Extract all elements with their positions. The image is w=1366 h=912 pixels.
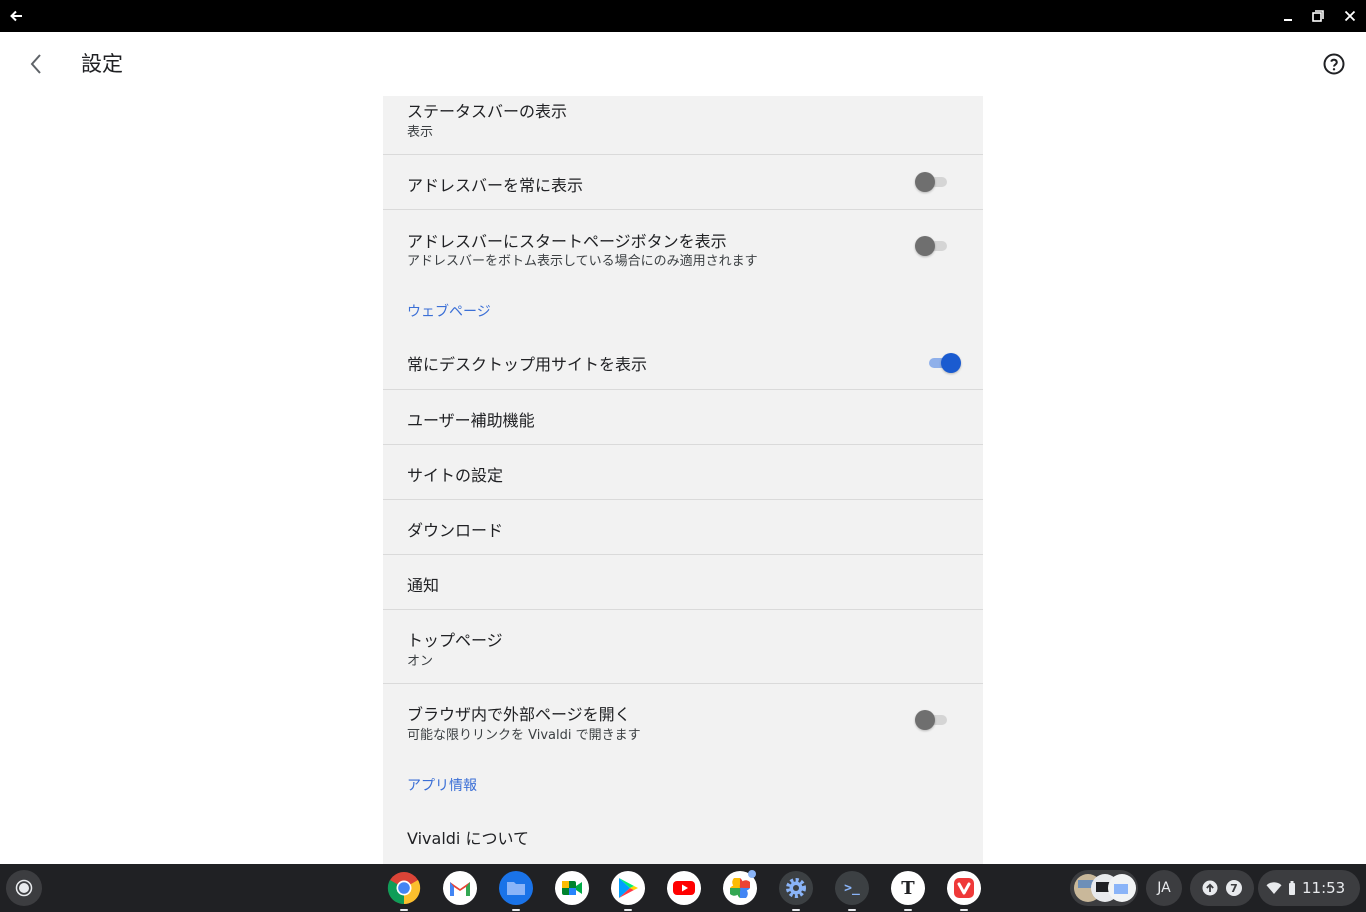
- window-titlebar: [0, 0, 1366, 32]
- notification-tray[interactable]: 7: [1190, 870, 1254, 906]
- section-header-webpage: ウェブページ: [407, 304, 491, 320]
- back-button[interactable]: [18, 46, 54, 82]
- upload-arrow-icon: [1202, 880, 1218, 896]
- recent-files-thumbnails-icon: [1074, 874, 1136, 902]
- running-indicator: [848, 909, 856, 911]
- setting-label: トップページ: [407, 631, 503, 650]
- help-circle-icon: [1323, 53, 1345, 75]
- restore-button[interactable]: [1302, 0, 1334, 32]
- chevron-left-icon: [30, 54, 41, 74]
- minimize-icon: [1284, 19, 1292, 21]
- setting-desktop-site[interactable]: 常にデスクトップ用サイトを表示: [383, 334, 983, 390]
- setting-label: ステータスバーの表示: [407, 102, 568, 121]
- text-app-icon[interactable]: T: [891, 871, 925, 911]
- open-external-toggle[interactable]: [915, 708, 955, 732]
- setting-label: ユーザー補助機能: [407, 411, 535, 430]
- running-indicator: [624, 909, 632, 911]
- setting-value: オン: [407, 654, 434, 669]
- window-back-button[interactable]: [0, 0, 32, 32]
- setting-top-page[interactable]: トップページ オン: [383, 610, 983, 684]
- setting-start-page-button[interactable]: アドレスバーにスタートページボタンを表示 アドレスバーをボトム表示している場合に…: [383, 210, 983, 284]
- setting-value: 表示: [407, 125, 434, 140]
- minimize-button[interactable]: [1272, 0, 1304, 32]
- setting-description: アドレスバーをボトム表示している場合にのみ適用されます: [407, 254, 758, 269]
- play-store-icon[interactable]: [611, 871, 645, 911]
- running-indicator: [400, 909, 408, 911]
- setting-about-vivaldi[interactable]: Vivaldi について: [383, 808, 983, 864]
- setting-label: Vivaldi について: [407, 829, 529, 848]
- meet-icon[interactable]: [555, 871, 589, 905]
- vivaldi-icon[interactable]: [947, 871, 981, 911]
- settings-list: ステータスバーの表示 表示 アドレスバーを常に表示 アドレスバーにスタートページ…: [383, 96, 983, 864]
- setting-label: 常にデスクトップ用サイトを表示: [407, 355, 648, 374]
- chrome-logo: [387, 872, 421, 905]
- toggle-thumb: [941, 353, 961, 373]
- notification-count-badge: 7: [1226, 880, 1242, 896]
- terminal-icon[interactable]: >_: [835, 871, 869, 911]
- youtube-icon[interactable]: [667, 871, 701, 905]
- shelf: >_ T JA 7 11:53: [0, 864, 1366, 912]
- gear-icon: [786, 878, 806, 898]
- setting-label: ダウンロード: [407, 521, 504, 540]
- youtube-logo: [673, 881, 695, 895]
- settings-app-icon[interactable]: [779, 871, 813, 911]
- setting-label: ブラウザ内で外部ページを開く: [407, 705, 631, 724]
- setting-site-settings[interactable]: サイトの設定: [383, 445, 983, 500]
- setting-downloads[interactable]: ダウンロード: [383, 500, 983, 555]
- section-header-app-info: アプリ情報: [407, 778, 477, 794]
- address-bar-always-toggle[interactable]: [915, 170, 955, 194]
- wifi-icon: [1266, 882, 1282, 894]
- page-title: 設定: [81, 52, 123, 76]
- setting-label: アドレスバーにスタートページボタンを表示: [407, 232, 727, 251]
- close-button[interactable]: [1334, 0, 1366, 32]
- running-indicator: [904, 909, 912, 911]
- gmail-icon[interactable]: [443, 871, 477, 905]
- launcher-circle-icon: [15, 879, 33, 897]
- running-indicator: [960, 909, 968, 911]
- text-app-glyph: T: [901, 877, 915, 899]
- terminal-glyph: >_: [844, 880, 860, 896]
- notification-badge-icon: [748, 870, 756, 878]
- folder-glyph: [507, 882, 525, 895]
- setting-address-bar-always[interactable]: アドレスバーを常に表示: [383, 155, 983, 210]
- gmail-logo: [450, 882, 470, 896]
- arrow-left-icon: [10, 10, 22, 22]
- settings-header: 設定: [0, 32, 1366, 96]
- ime-label: JA: [1157, 880, 1171, 896]
- files-icon[interactable]: [499, 871, 533, 911]
- help-button[interactable]: [1318, 48, 1350, 80]
- setting-description: 可能な限りリンクを Vivaldi で開きます: [407, 728, 641, 743]
- toggle-thumb: [915, 236, 935, 256]
- status-area[interactable]: 11:53: [1258, 870, 1360, 906]
- close-icon: [1344, 10, 1356, 22]
- chrome-icon[interactable]: [387, 871, 421, 911]
- battery-icon: [1289, 881, 1295, 895]
- setting-label: サイトの設定: [407, 466, 504, 485]
- start-page-button-toggle[interactable]: [915, 234, 955, 258]
- setting-status-bar[interactable]: ステータスバーの表示 表示: [383, 96, 983, 155]
- clock: 11:53: [1302, 879, 1346, 897]
- photos-icon[interactable]: [723, 870, 757, 905]
- toggle-thumb: [915, 710, 935, 730]
- desktop-site-toggle[interactable]: [923, 351, 963, 375]
- setting-notifications[interactable]: 通知: [383, 555, 983, 610]
- holding-space-tray[interactable]: [1070, 870, 1138, 906]
- vivaldi-logo: [954, 878, 974, 898]
- play-logo: [619, 878, 638, 898]
- launcher-button[interactable]: [6, 870, 42, 906]
- setting-accessibility[interactable]: ユーザー補助機能: [383, 390, 983, 445]
- meet-logo: [562, 881, 582, 895]
- setting-open-external[interactable]: ブラウザ内で外部ページを開く 可能な限りリンクを Vivaldi で開きます: [383, 684, 983, 758]
- restore-icon: [1312, 10, 1324, 22]
- setting-label: アドレスバーを常に表示: [407, 176, 584, 195]
- ime-menu-button[interactable]: JA: [1146, 870, 1182, 906]
- toggle-thumb: [915, 172, 935, 192]
- setting-label: 通知: [407, 576, 440, 595]
- running-indicator: [512, 909, 520, 911]
- running-indicator: [792, 909, 800, 911]
